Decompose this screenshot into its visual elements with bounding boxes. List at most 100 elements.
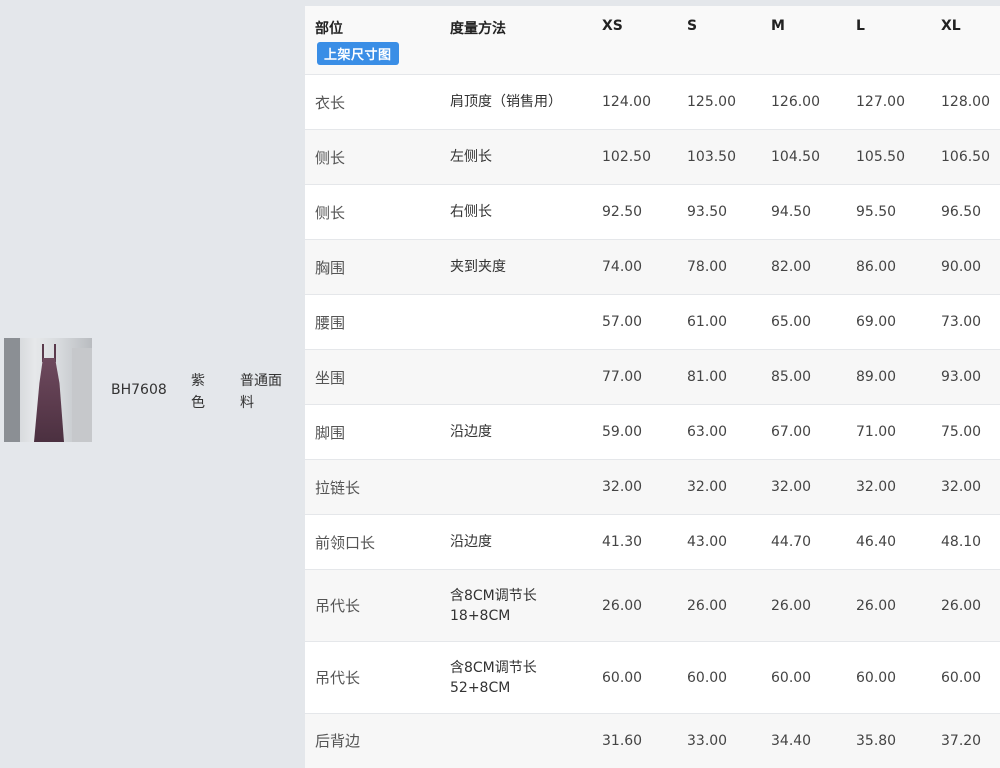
header-s: S	[677, 6, 761, 75]
thumbnail-backdrop-left	[4, 338, 20, 442]
row-value-m: 60.00	[761, 641, 846, 714]
row-value-l: 26.00	[846, 569, 931, 642]
row-value-xl: 37.20	[931, 713, 1000, 768]
header-part: 部位 上架尺寸图	[305, 6, 440, 75]
row-value-l: 60.00	[846, 641, 931, 714]
row-value-m: 65.00	[761, 294, 846, 350]
header-method: 度量方法	[440, 6, 592, 75]
product-thumbnail[interactable]	[4, 338, 92, 442]
row-value-s: 78.00	[677, 239, 761, 295]
row-value-m: 44.70	[761, 514, 846, 570]
row-part: 吊代长	[305, 641, 440, 714]
row-part: 脚围	[305, 404, 440, 460]
row-value-xs: 60.00	[592, 641, 677, 714]
row-value-l: 35.80	[846, 713, 931, 768]
row-value-xs: 57.00	[592, 294, 677, 350]
header-l: L	[846, 6, 931, 75]
row-value-s: 60.00	[677, 641, 761, 714]
row-part: 侧长	[305, 129, 440, 185]
row-method	[440, 349, 592, 405]
row-value-xl: 96.50	[931, 184, 1000, 240]
table-row: 衣长 肩顶度（销售用） 124.00 125.00 126.00 127.00 …	[305, 74, 1000, 130]
row-value-l: 127.00	[846, 74, 931, 130]
row-method: 沿边度	[440, 514, 592, 570]
table-row: 脚围 沿边度 59.00 63.00 67.00 71.00 75.00	[305, 404, 1000, 460]
row-value-l: 71.00	[846, 404, 931, 460]
table-row: 胸围 夹到夹度 74.00 78.00 82.00 86.00 90.00	[305, 239, 1000, 295]
row-value-m: 104.50	[761, 129, 846, 185]
row-value-m: 34.40	[761, 713, 846, 768]
row-value-s: 32.00	[677, 459, 761, 515]
row-value-xs: 26.00	[592, 569, 677, 642]
size-chart: 部位 上架尺寸图 度量方法 XS S M L XL 衣长 肩顶度（销售用） 12…	[305, 6, 1000, 768]
row-method: 含8CM调节长 18+8CM	[440, 569, 592, 642]
row-method: 左侧长	[440, 129, 592, 185]
table-row: 侧长 右侧长 92.50 93.50 94.50 95.50 96.50	[305, 184, 1000, 240]
table-row: 拉链长 32.00 32.00 32.00 32.00 32.00	[305, 459, 1000, 515]
row-method	[440, 713, 592, 768]
row-value-xs: 32.00	[592, 459, 677, 515]
row-method: 右侧长	[440, 184, 592, 240]
row-value-l: 89.00	[846, 349, 931, 405]
row-value-s: 43.00	[677, 514, 761, 570]
row-value-m: 94.50	[761, 184, 846, 240]
row-part: 后背边	[305, 713, 440, 768]
row-value-xl: 60.00	[931, 641, 1000, 714]
table-row: 前领口长 沿边度 41.30 43.00 44.70 46.40 48.10	[305, 514, 1000, 570]
table-row: 吊代长 含8CM调节长 52+8CM 60.00 60.00 60.00 60.…	[305, 641, 1000, 714]
product-info-panel: BH7608 紫色 普通面料	[0, 0, 295, 758]
dress-image	[34, 358, 64, 442]
header-xl: XL	[931, 6, 1000, 75]
row-method	[440, 459, 592, 515]
table-row: 吊代长 含8CM调节长 18+8CM 26.00 26.00 26.00 26.…	[305, 569, 1000, 642]
row-value-xs: 59.00	[592, 404, 677, 460]
row-method: 沿边度	[440, 404, 592, 460]
row-value-m: 126.00	[761, 74, 846, 130]
row-value-xl: 32.00	[931, 459, 1000, 515]
row-value-s: 93.50	[677, 184, 761, 240]
row-value-m: 85.00	[761, 349, 846, 405]
row-value-l: 69.00	[846, 294, 931, 350]
listing-size-chart-badge[interactable]: 上架尺寸图	[317, 42, 399, 65]
header-part-label: 部位	[315, 21, 343, 37]
table-row: 坐围 77.00 81.00 85.00 89.00 93.00	[305, 349, 1000, 405]
row-value-s: 81.00	[677, 349, 761, 405]
row-value-s: 61.00	[677, 294, 761, 350]
row-value-xs: 41.30	[592, 514, 677, 570]
product-fabric: 普通面料	[240, 373, 282, 411]
size-table: 部位 上架尺寸图 度量方法 XS S M L XL 衣长 肩顶度（销售用） 12…	[305, 6, 1000, 768]
row-value-xl: 48.10	[931, 514, 1000, 570]
product-sku: BH7608	[111, 382, 167, 398]
row-part: 侧长	[305, 184, 440, 240]
row-value-s: 26.00	[677, 569, 761, 642]
row-value-xs: 102.50	[592, 129, 677, 185]
row-value-xl: 73.00	[931, 294, 1000, 350]
row-value-xs: 92.50	[592, 184, 677, 240]
row-value-xl: 26.00	[931, 569, 1000, 642]
row-value-xs: 77.00	[592, 349, 677, 405]
row-value-l: 95.50	[846, 184, 931, 240]
row-value-s: 33.00	[677, 713, 761, 768]
row-value-l: 86.00	[846, 239, 931, 295]
table-row: 后背边 31.60 33.00 34.40 35.80 37.20	[305, 713, 1000, 768]
row-part: 拉链长	[305, 459, 440, 515]
header-m: M	[761, 6, 846, 75]
row-value-xl: 106.50	[931, 129, 1000, 185]
row-part: 吊代长	[305, 569, 440, 642]
row-method: 肩顶度（销售用）	[440, 74, 592, 130]
header-xs: XS	[592, 6, 677, 75]
row-method: 含8CM调节长 52+8CM	[440, 641, 592, 714]
row-value-l: 105.50	[846, 129, 931, 185]
row-part: 衣长	[305, 74, 440, 130]
row-value-xs: 31.60	[592, 713, 677, 768]
table-row: 侧长 左侧长 102.50 103.50 104.50 105.50 106.5…	[305, 129, 1000, 185]
row-value-xl: 75.00	[931, 404, 1000, 460]
table-row: 腰围 57.00 61.00 65.00 69.00 73.00	[305, 294, 1000, 350]
row-part: 腰围	[305, 294, 440, 350]
row-value-xl: 90.00	[931, 239, 1000, 295]
row-value-m: 32.00	[761, 459, 846, 515]
row-part: 坐围	[305, 349, 440, 405]
table-header-row: 部位 上架尺寸图 度量方法 XS S M L XL	[305, 6, 1000, 75]
row-value-xs: 124.00	[592, 74, 677, 130]
row-value-l: 46.40	[846, 514, 931, 570]
